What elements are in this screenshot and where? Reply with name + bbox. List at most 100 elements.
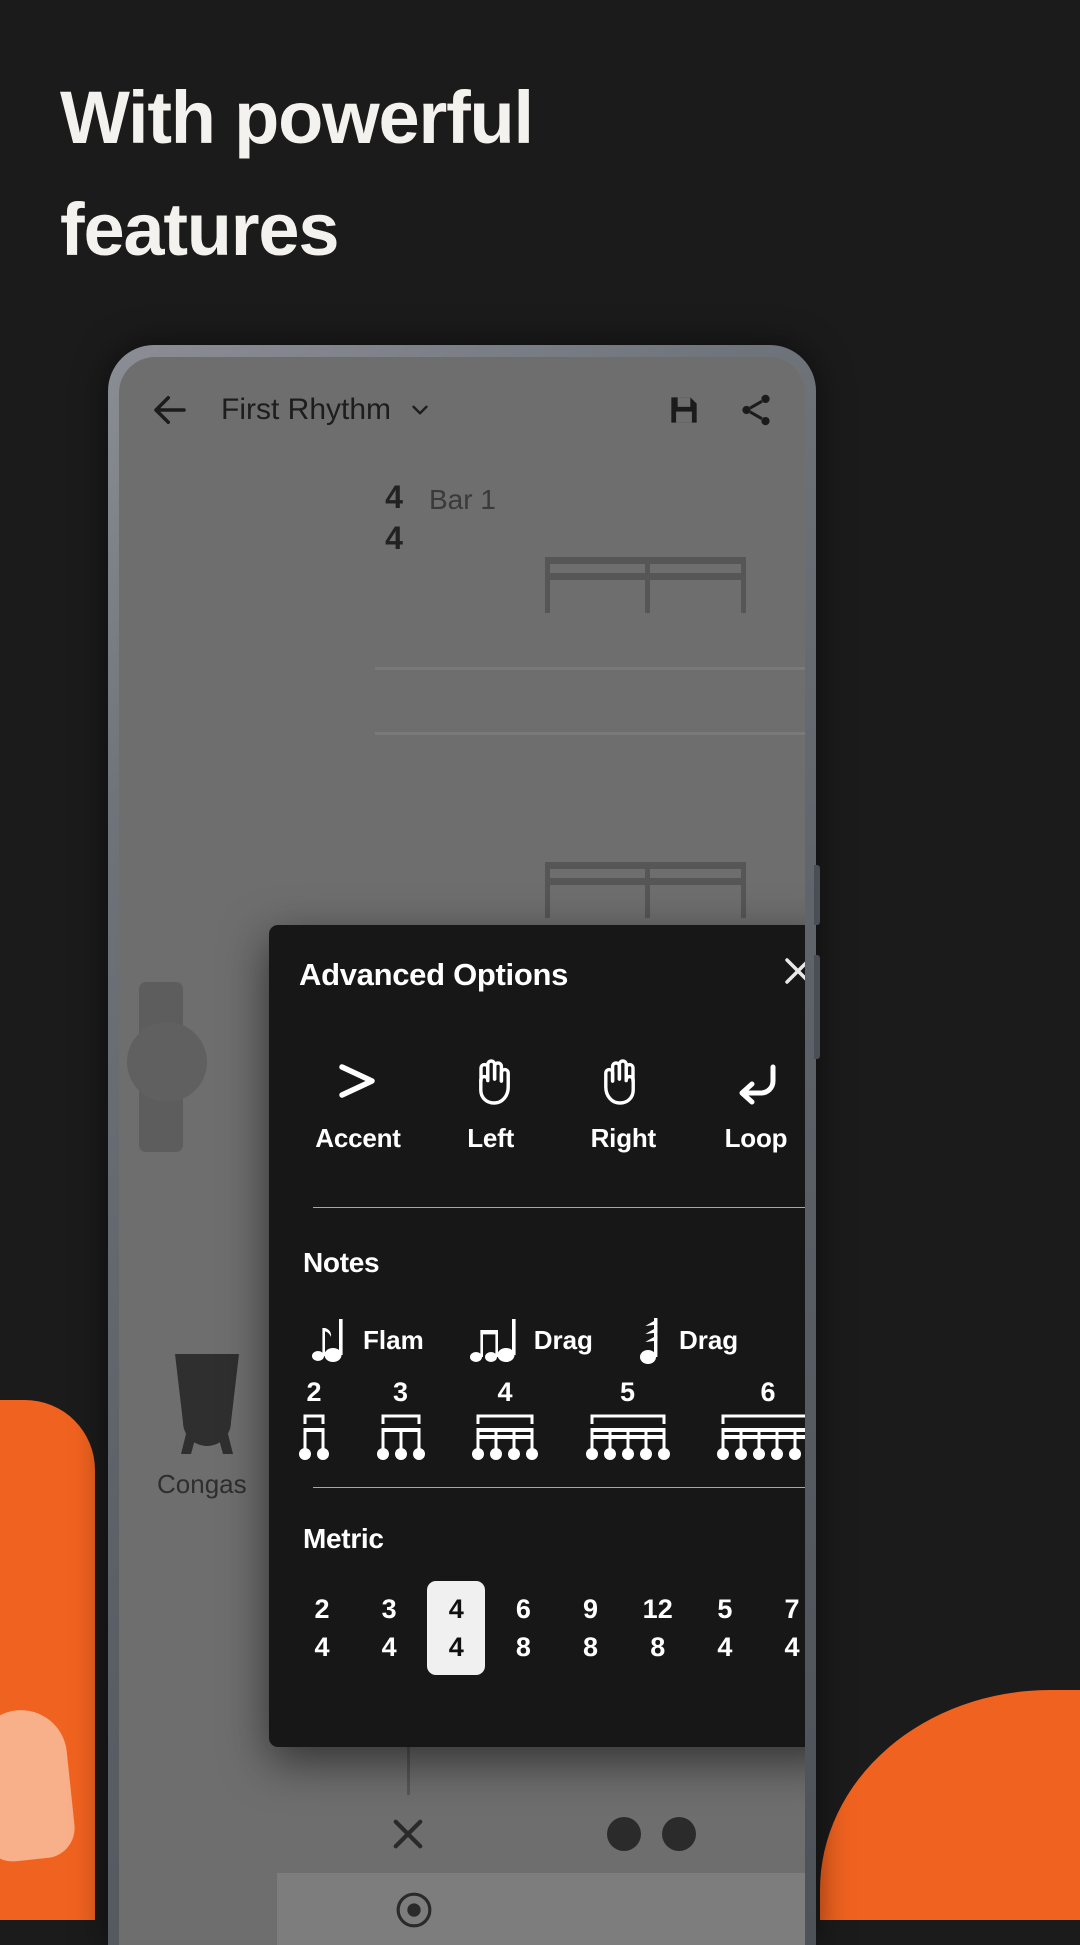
app-bar: First Rhythm — [119, 357, 805, 462]
ornament-label: Drag — [533, 1324, 593, 1355]
metric-denominator: 4 — [314, 1632, 330, 1662]
metric-option-7-4[interactable]: 74 — [763, 1581, 805, 1675]
tuplet-number: 4 — [497, 1377, 513, 1407]
time-signature-numerator: 4 — [385, 479, 403, 515]
metric-denominator: 4 — [784, 1632, 800, 1662]
phone-volume-button — [814, 865, 820, 925]
transport-lower-row — [277, 1873, 805, 1945]
metric-option-2-4[interactable]: 24 — [293, 1581, 351, 1675]
metric-option-6-8[interactable]: 68 — [494, 1581, 552, 1675]
rhythm-title[interactable]: First Rhythm — [221, 393, 391, 427]
advanced-options-dialog: Advanced Options Accent Left Right Loop … — [269, 925, 805, 1747]
phone-screen: First Rhythm 4 4 Bar 1 Congas Advanced O… — [119, 357, 805, 1945]
tool-right[interactable]: Right — [564, 1053, 682, 1154]
save-icon[interactable] — [665, 391, 703, 429]
time-signature-denominator: 4 — [385, 519, 403, 556]
ornament-label: Flam — [363, 1324, 424, 1355]
staff-stem — [741, 862, 746, 918]
tuplet-beam-glyph — [585, 1414, 670, 1460]
tool-loop[interactable]: Loop — [697, 1053, 805, 1154]
tuplet-beam-glyph — [717, 1414, 805, 1460]
staff-stem — [545, 862, 550, 918]
tuplet-option[interactable]: 4 — [472, 1377, 538, 1462]
loop-arrow-icon — [731, 1053, 781, 1109]
dialog-title: Advanced Options — [299, 957, 569, 992]
staff-stem — [545, 557, 550, 613]
metric-numerator: 12 — [642, 1593, 673, 1624]
arrow-left-icon[interactable] — [149, 389, 191, 431]
headline-line-1: With powerful — [60, 76, 534, 159]
metric-option-9-8[interactable]: 98 — [562, 1581, 620, 1675]
tuplet-number: 3 — [392, 1377, 409, 1407]
record-icon[interactable] — [395, 1891, 433, 1929]
tool-row: Accent Left Right Loop — [299, 1053, 805, 1154]
buzz-note-icon — [639, 1318, 658, 1364]
time-signature-display: 4 4 — [377, 477, 411, 559]
staff-stem — [645, 862, 650, 918]
transport-upper-row — [277, 1795, 805, 1873]
ornament-row: Flam Drag Drag — [303, 1313, 805, 1367]
transport-bar — [277, 1675, 805, 1945]
ornament-buzz[interactable]: Drag — [635, 1313, 738, 1367]
x-icon[interactable] — [387, 1813, 429, 1855]
metric-numerator: 6 — [515, 1593, 531, 1624]
instrument-knob[interactable] — [127, 1022, 207, 1102]
tuplet-row: 2 3 4 5 6 — [299, 1377, 805, 1462]
metric-numerator: 9 — [583, 1593, 599, 1624]
phone-mockup: First Rhythm 4 4 Bar 1 Congas Advanced O… — [108, 345, 820, 1945]
metric-denominator: 4 — [381, 1632, 397, 1662]
divider — [313, 1207, 805, 1208]
metric-row: 2 4 3 4 4 4 6 8 9 8 12 8 5 4 7 4 — [293, 1581, 805, 1675]
tuplet-number: 5 — [619, 1377, 636, 1407]
tool-label: Accent — [315, 1123, 401, 1153]
flam-note-icon — [312, 1319, 343, 1362]
share-icon[interactable] — [737, 391, 775, 429]
ornament-label: Drag — [678, 1324, 739, 1355]
chevron-down-icon[interactable] — [407, 397, 433, 423]
pad-dot[interactable] — [662, 1817, 696, 1851]
phone-power-button — [814, 955, 820, 1059]
metric-numerator: 3 — [381, 1593, 397, 1624]
metric-numerator: 4 — [448, 1593, 464, 1624]
close-icon[interactable] — [776, 949, 805, 993]
accent-chevron-icon — [332, 1053, 384, 1109]
metric-denominator: 8 — [515, 1632, 531, 1662]
tool-label: Right — [590, 1123, 657, 1153]
tuplet-beam-glyph — [299, 1414, 329, 1460]
ornament-flam[interactable]: Flam — [303, 1314, 424, 1366]
instrument-label: Congas — [157, 1469, 247, 1499]
right-hand-icon — [600, 1053, 646, 1109]
staff-stem — [741, 557, 746, 613]
page-title: With powerful features — [60, 62, 860, 287]
divider — [313, 1487, 805, 1488]
pad-dot[interactable] — [607, 1817, 641, 1851]
tuplet-option[interactable]: 2 — [299, 1377, 329, 1462]
staff-stem — [645, 557, 650, 613]
metric-denominator: 4 — [717, 1632, 733, 1662]
tuplet-beam-glyph — [376, 1414, 425, 1460]
left-hand-icon — [468, 1053, 514, 1109]
tool-accent[interactable]: Accent — [299, 1053, 417, 1154]
notes-section-title: Notes — [303, 1247, 380, 1278]
tool-label: Left — [467, 1123, 515, 1153]
bar-label: Bar 1 — [429, 484, 496, 515]
metric-numerator: 7 — [784, 1593, 800, 1624]
tuplet-option[interactable]: 3 — [376, 1377, 425, 1462]
tool-left[interactable]: Left — [432, 1053, 550, 1154]
metric-section-title: Metric — [303, 1523, 384, 1554]
tuplet-number: 2 — [306, 1377, 322, 1407]
tuplet-option[interactable]: 5 — [585, 1377, 670, 1462]
tuplet-option[interactable]: 6 — [717, 1377, 805, 1462]
metric-option-5-4[interactable]: 54 — [696, 1581, 754, 1675]
metric-option-3-4[interactable]: 34 — [360, 1581, 418, 1675]
staff-line — [375, 667, 805, 670]
metric-denominator: 8 — [650, 1632, 666, 1662]
metric-numerator: 5 — [717, 1593, 733, 1624]
metric-denominator: 8 — [583, 1632, 599, 1662]
orange-corner-shape-right — [820, 1690, 1080, 1920]
metric-option-4-4[interactable]: 44 — [427, 1581, 486, 1675]
tool-label: Loop — [724, 1123, 788, 1153]
tuplet-number: 6 — [760, 1377, 776, 1407]
ornament-drag[interactable]: Drag — [466, 1314, 593, 1366]
metric-option-12-8[interactable]: 12 8 — [629, 1581, 687, 1675]
